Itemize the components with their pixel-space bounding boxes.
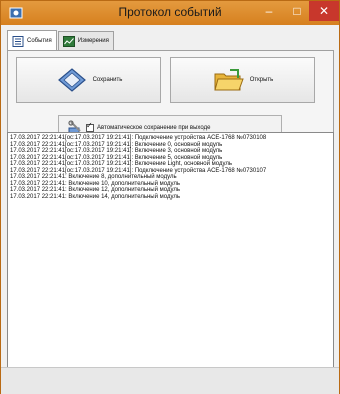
tab-events[interactable]: События bbox=[7, 30, 57, 51]
tab-measurements-label: Измерения bbox=[77, 38, 109, 44]
log-line: 17.03.2017 22:21:41: Включение 14, допол… bbox=[10, 193, 180, 200]
folder-open-icon bbox=[214, 69, 244, 91]
autosave-checkbox[interactable] bbox=[86, 121, 94, 132]
chart-icon bbox=[62, 35, 75, 47]
open-button-label: Открыть bbox=[249, 77, 274, 83]
close-button[interactable]: ✕ bbox=[309, 1, 339, 21]
title-bar[interactable]: Протокол событий – □ ✕ bbox=[1, 1, 339, 25]
maximize-button[interactable]: □ bbox=[284, 1, 310, 21]
save-icon bbox=[57, 68, 86, 92]
save-button-label: Сохранить bbox=[92, 77, 123, 83]
autosave-label: Автоматическое сохранение при выходе bbox=[97, 125, 211, 131]
minimize-button[interactable]: – bbox=[256, 1, 282, 21]
event-log-window: Протокол событий – □ ✕ События Измерения… bbox=[0, 0, 340, 394]
open-button[interactable]: Открыть bbox=[170, 57, 315, 103]
client-area: События Измерения Сохранить Открыть ✓ Ав… bbox=[5, 26, 336, 391]
event-log-list[interactable]: 17.03.2017 22:21:41[oc:17.03.2017 19:21:… bbox=[7, 132, 334, 384]
tab-strip: События Измерения bbox=[7, 30, 115, 51]
tab-events-label: События bbox=[27, 38, 52, 44]
save-button[interactable]: Сохранить bbox=[16, 57, 161, 103]
tab-measurements[interactable]: Измерения bbox=[57, 31, 114, 50]
status-bar bbox=[1, 367, 339, 394]
document-icon bbox=[12, 35, 24, 47]
